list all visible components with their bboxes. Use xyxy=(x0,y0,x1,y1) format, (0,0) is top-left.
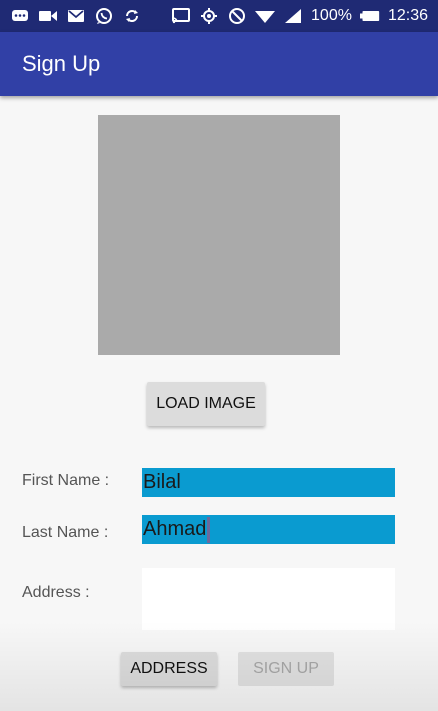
status-left-icons xyxy=(10,6,142,26)
sync-icon xyxy=(122,7,142,25)
last-name-label: Last Name : xyxy=(22,524,109,541)
battery-percent: 100% xyxy=(311,7,352,24)
wifi-icon xyxy=(255,7,276,25)
first-name-label: First Name : xyxy=(22,472,110,489)
sign-up-button[interactable]: SIGN UP xyxy=(238,652,334,686)
first-name-field[interactable]: Bilal xyxy=(142,468,395,497)
sign-up-button-label: SIGN UP xyxy=(253,660,319,677)
address-button-label: ADDRESS xyxy=(130,660,208,677)
do-not-disturb-icon xyxy=(227,7,247,25)
whatsapp-icon xyxy=(94,7,114,25)
status-bar: 100% 12:36 xyxy=(0,0,438,32)
page-title: Sign Up xyxy=(22,51,101,76)
first-name-value: Bilal xyxy=(143,471,181,493)
text-cursor xyxy=(207,516,211,543)
address-button[interactable]: ADDRESS xyxy=(121,652,217,686)
address-label: Address : xyxy=(22,584,90,601)
battery-icon xyxy=(359,7,380,25)
signup-screen: 100% 12:36 Sign Up LOAD IMAGE First Name… xyxy=(0,0,438,711)
gps-icon xyxy=(199,7,219,25)
last-name-field[interactable]: Ahmad xyxy=(142,515,395,544)
cast-icon xyxy=(171,7,191,25)
clock: 12:36 xyxy=(387,7,428,24)
profile-image-preview xyxy=(98,115,340,355)
address-field[interactable] xyxy=(142,568,395,630)
last-name-value: Ahmad xyxy=(143,518,207,540)
signal-icon xyxy=(283,7,303,25)
chat-icon xyxy=(10,7,30,25)
video-icon xyxy=(38,7,58,25)
status-right-icons: 100% 12:36 xyxy=(171,6,428,26)
gmail-icon xyxy=(66,7,86,25)
load-image-button[interactable]: LOAD IMAGE xyxy=(147,382,265,426)
load-image-button-label: LOAD IMAGE xyxy=(156,395,256,412)
app-bar: Sign Up xyxy=(0,32,438,96)
bottom-shade xyxy=(0,621,438,711)
